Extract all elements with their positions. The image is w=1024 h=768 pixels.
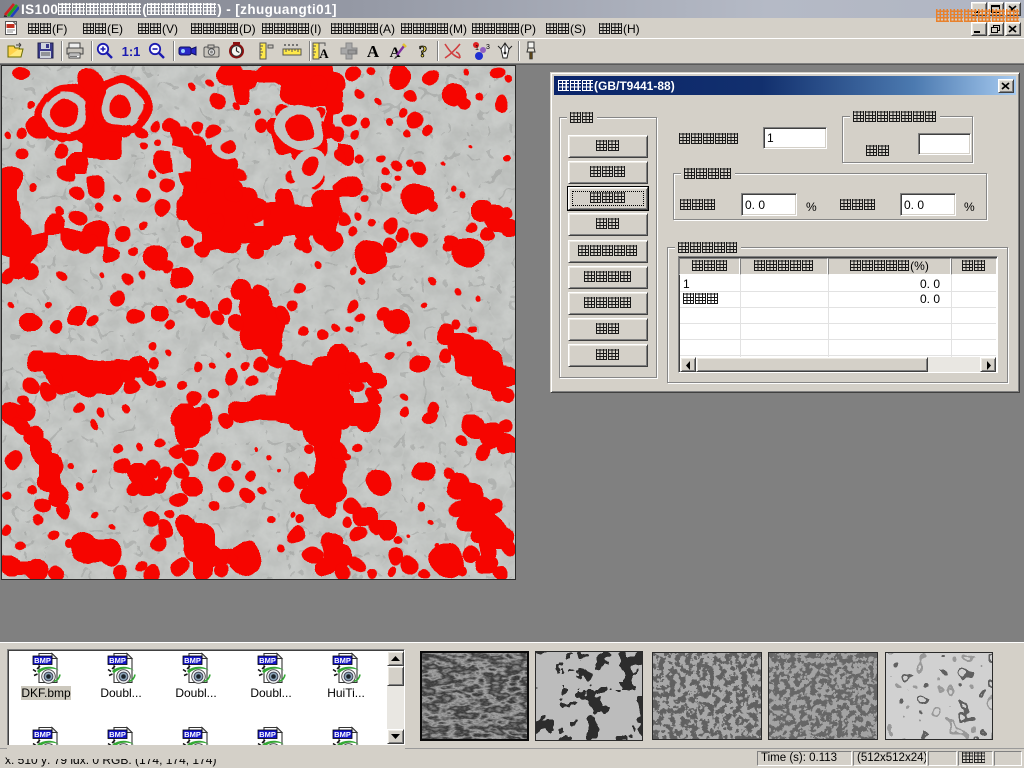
svg-text:BMP: BMP xyxy=(334,656,351,665)
svg-text:1: 1 xyxy=(475,45,479,52)
svg-text:BMP: BMP xyxy=(259,656,276,665)
svg-text:BMP: BMP xyxy=(184,656,201,665)
svg-text:1:1: 1:1 xyxy=(122,44,141,59)
svg-text:BMP: BMP xyxy=(34,730,51,739)
svg-text:BMP: BMP xyxy=(109,730,126,739)
svg-text:BMP: BMP xyxy=(109,656,126,665)
svg-text:BMP: BMP xyxy=(184,730,201,739)
svg-text:?: ? xyxy=(419,42,428,61)
svg-text:BMP: BMP xyxy=(259,730,276,739)
svg-text:BMP: BMP xyxy=(334,730,351,739)
svg-text:3: 3 xyxy=(486,44,490,51)
svg-text:BMP: BMP xyxy=(34,656,51,665)
svg-text:A: A xyxy=(367,42,380,61)
svg-text:A: A xyxy=(319,46,329,61)
